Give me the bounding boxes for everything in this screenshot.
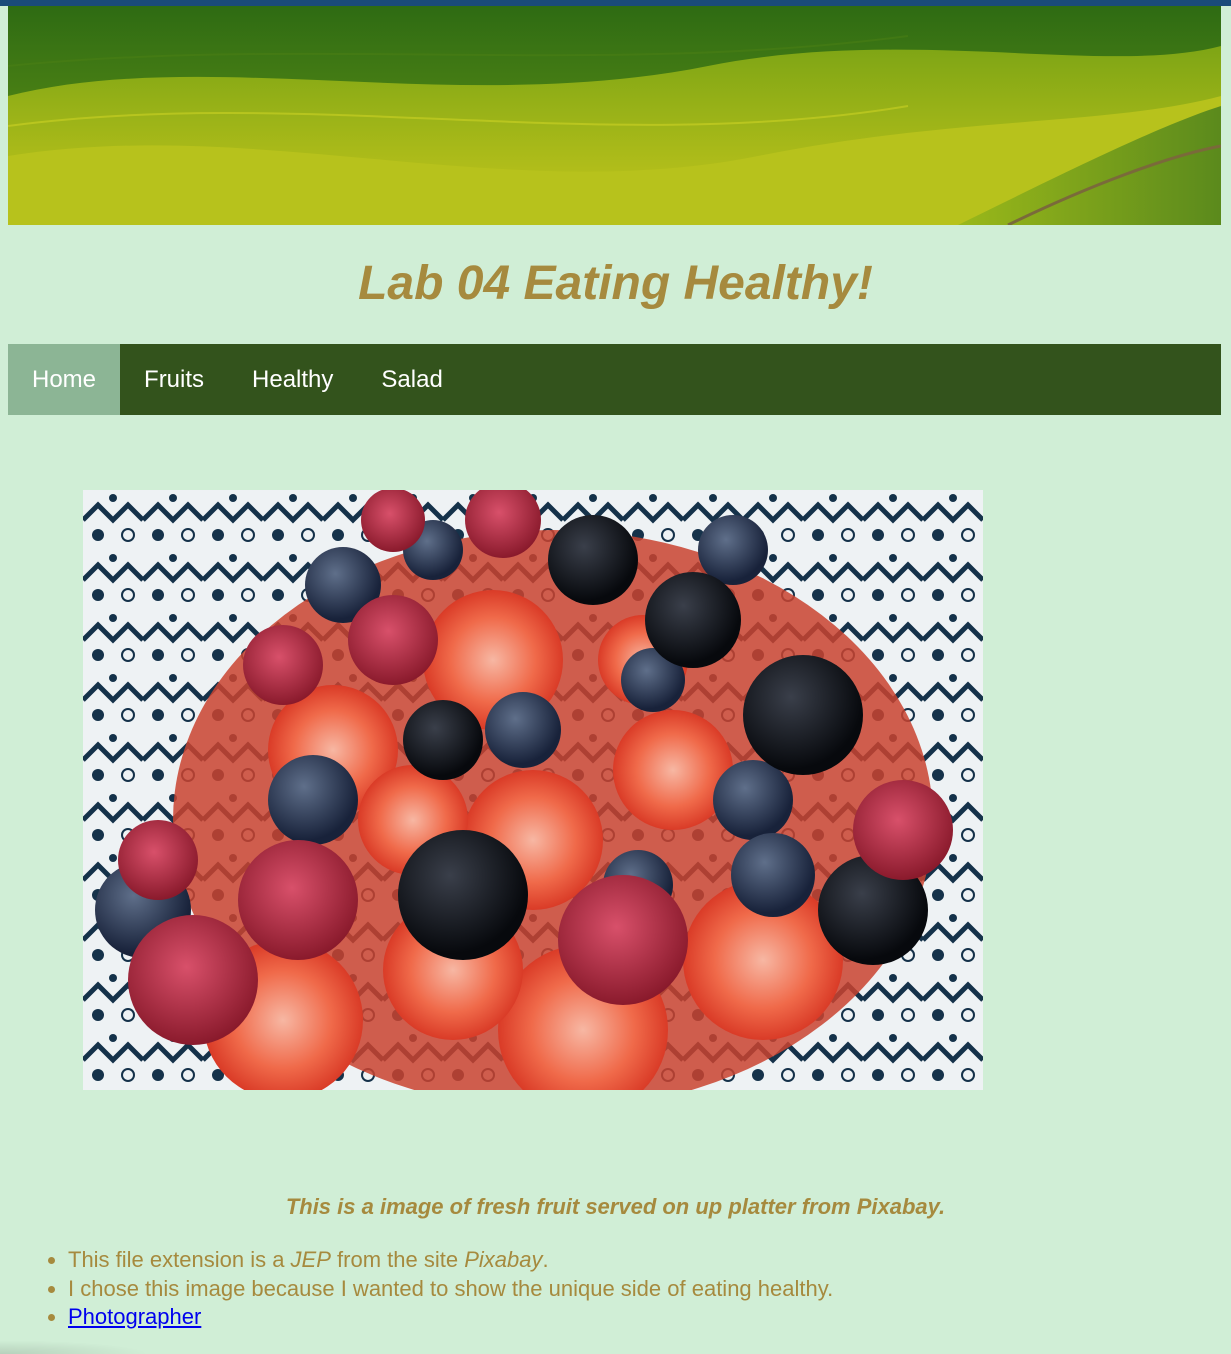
header-banner-image [8, 6, 1221, 225]
photographer-link[interactable]: Photographer [68, 1304, 201, 1329]
list-item: Photographer [68, 1303, 833, 1332]
list-text: from the site [330, 1247, 465, 1272]
list-item: This file extension is a JEP from the si… [68, 1246, 833, 1275]
nav-item-healthy[interactable]: Healthy [228, 344, 357, 415]
nav-item-home[interactable]: Home [8, 344, 121, 415]
main-nav: Home Fruits Healthy Salad [8, 344, 1221, 415]
file-extension-text: JEP [290, 1247, 331, 1272]
info-list: This file extension is a JEP from the si… [68, 1246, 833, 1332]
fruit-platter-image [83, 490, 983, 1090]
nav-item-salad[interactable]: Salad [357, 344, 466, 415]
site-name-text: Pixabay [464, 1247, 543, 1272]
image-caption: This is a image of fresh fruit served on… [285, 1194, 946, 1219]
list-item: I chose this image because I wanted to s… [68, 1275, 833, 1304]
list-text: This file extension is a [68, 1247, 291, 1272]
list-text: . [542, 1247, 549, 1272]
page-title: Lab 04 Eating Healthy! [358, 257, 873, 310]
bottom-edge-shadow [0, 1340, 150, 1354]
nav-item-fruits[interactable]: Fruits [120, 344, 228, 415]
list-text: I chose this image because I wanted to s… [68, 1275, 834, 1301]
